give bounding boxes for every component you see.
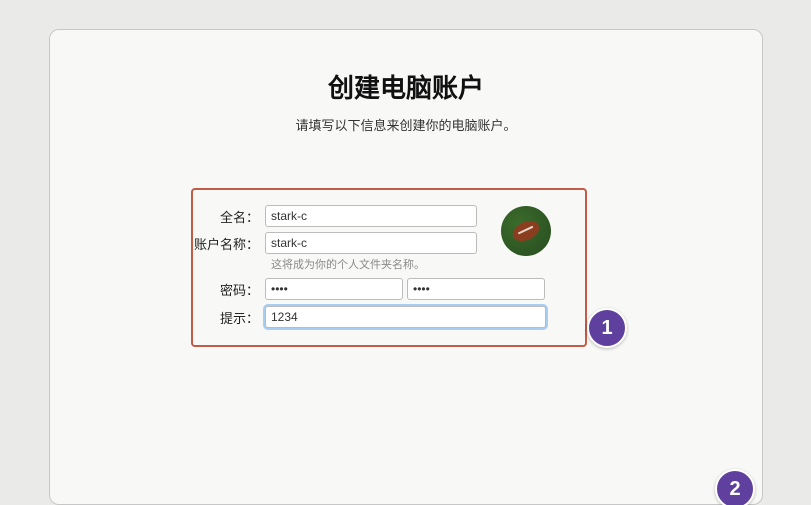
annotation-badge-1: 1 (587, 308, 627, 348)
page-title: 创建电脑账户 (50, 68, 762, 105)
password-input[interactable] (265, 278, 403, 300)
hint-input[interactable] (265, 306, 546, 328)
setup-window: 创建电脑账户 请填写以下信息来创建你的电脑账户。 全名： 账户名称： 这将成为你… (49, 29, 763, 505)
full-name-input[interactable] (265, 205, 477, 227)
account-name-label: 账户名称： (50, 234, 265, 253)
page-subtitle: 请填写以下信息来创建你的电脑账户。 (50, 115, 762, 134)
password-label: 密码： (50, 280, 265, 299)
annotation-badge-2: 2 (715, 469, 755, 505)
hint-label: 提示： (50, 308, 265, 327)
account-name-input[interactable] (265, 232, 477, 254)
account-name-note: 这将成为你的个人文件夹名称。 (271, 256, 425, 272)
full-name-label: 全名： (50, 207, 265, 226)
password-confirm-input[interactable] (407, 278, 545, 300)
